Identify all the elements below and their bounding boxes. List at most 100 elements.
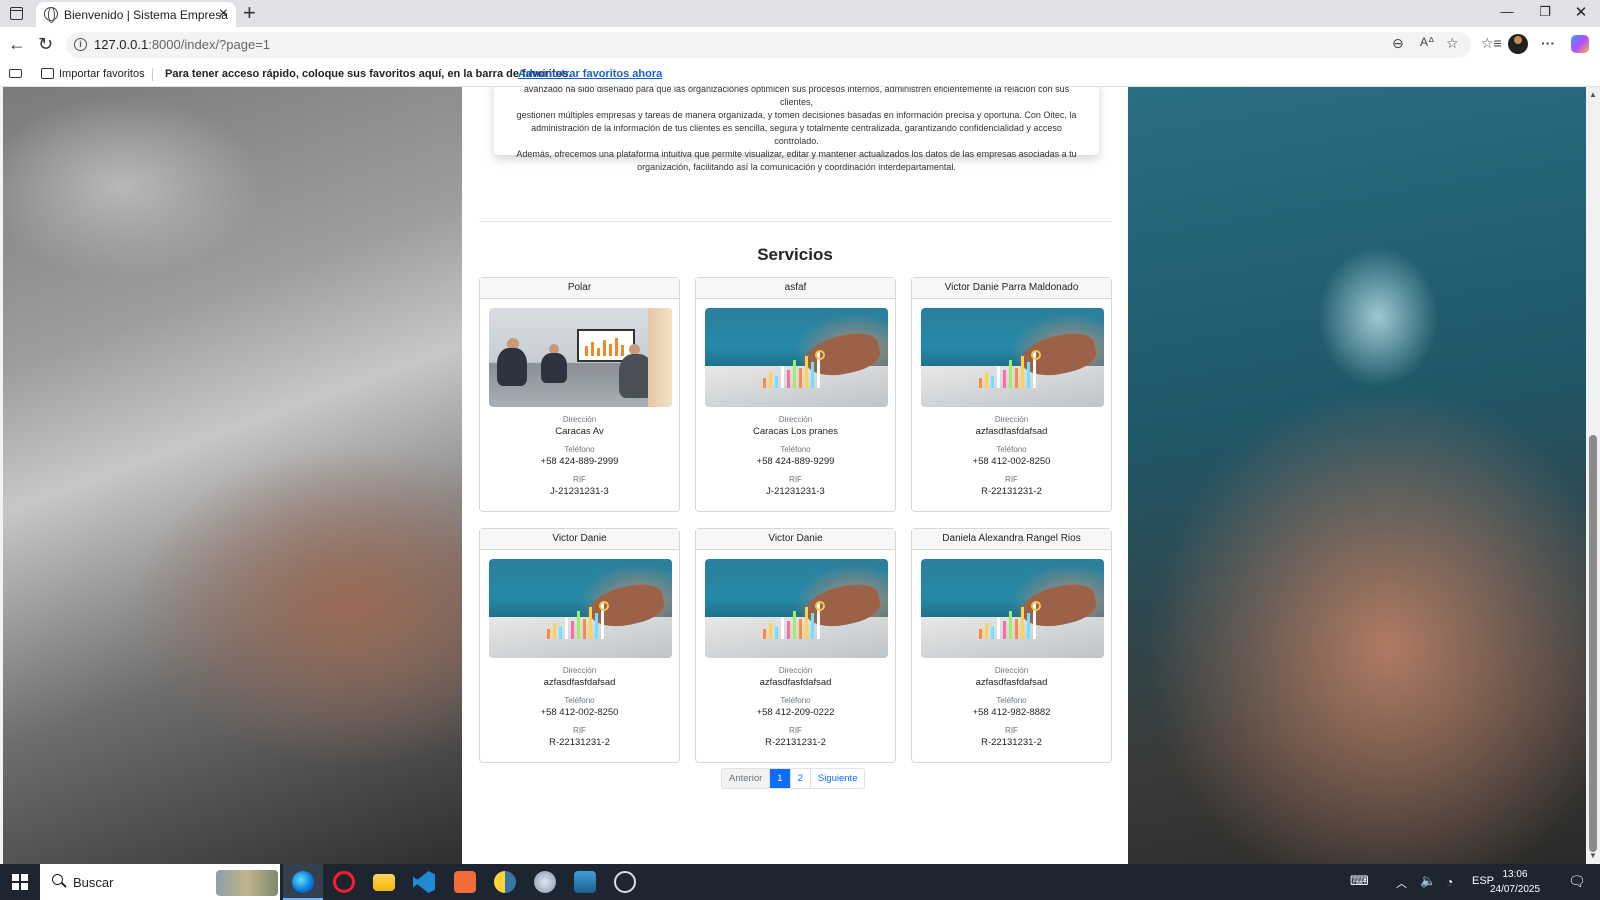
copilot-icon[interactable] (1571, 35, 1589, 53)
taskbar-search-box[interactable]: Buscar (40, 864, 280, 900)
phone-value: +58 412-209-0222 (756, 707, 835, 718)
about-text: avanzado ha sido diseñado para que las o… (510, 87, 1083, 174)
rif-label: RIF (789, 726, 802, 735)
rif-label: RIF (573, 475, 586, 484)
address-label: Dirección (778, 415, 813, 424)
phone-value: +58 412-002-8250 (972, 456, 1051, 467)
phone-label: Teléfono (780, 445, 811, 454)
site-info-icon[interactable]: i (74, 38, 87, 51)
opera-icon[interactable] (333, 871, 355, 893)
service-card: Victor Danie Dirección azfasdfasfdafsad … (479, 528, 680, 763)
phone-label: Teléfono (564, 696, 595, 705)
keyboard-icon[interactable]: ⌨ (1350, 873, 1369, 889)
service-card: Victor Danie Dirección azfasdfasfdafsad … (695, 528, 896, 763)
system-clock[interactable]: 13:06 24/07/2025 (1485, 867, 1545, 897)
show-hidden-icons[interactable]: ︿ (1396, 875, 1407, 891)
main-content: avanzado ha sido diseñado para que las o… (462, 87, 1128, 864)
page-viewport: avanzado ha sido diseñado para que las o… (3, 87, 1586, 864)
service-card-title: Victor Danie Parra Maldonado (912, 278, 1111, 299)
reload-button[interactable]: ↻ (38, 34, 53, 54)
clock-date: 24/07/2025 (1489, 884, 1541, 895)
pagination-page-2[interactable]: 2 (791, 769, 811, 788)
pagination-next[interactable]: Siguiente (811, 769, 865, 788)
xampp-icon[interactable] (454, 871, 476, 893)
manage-favorites-link[interactable]: Administrar favoritos ahora (518, 68, 662, 80)
favorites-bar: Importar favoritos Para tener acceso ráp… (0, 62, 1600, 87)
phone-value: +58 424-889-2999 (540, 456, 619, 467)
tab-close-icon[interactable]: × (219, 5, 228, 23)
search-highlight-image (216, 870, 278, 896)
notifications-icon[interactable]: 🗨 (1568, 873, 1586, 890)
address-value: azfasdfasfdafsad (759, 677, 832, 688)
tab-actions-icon[interactable] (10, 7, 23, 20)
service-card: Victor Danie Parra Maldonado Dirección a… (911, 277, 1112, 512)
background-photo-left (3, 87, 463, 864)
address-label: Dirección (778, 666, 813, 675)
scroll-up-icon[interactable]: ▲ (1589, 90, 1597, 99)
windows-taskbar: Buscar ⌨ ︿ 🔈 ◔ ESP 13:06 24/07/2025 🗨 (0, 864, 1600, 900)
import-favorites-label: Importar favoritos (59, 68, 145, 80)
about-line: organización, facilitando así la comunic… (637, 162, 956, 172)
address-value: azfasdfasfdafsad (975, 677, 1048, 688)
background-photo-right (1128, 87, 1586, 864)
rif-label: RIF (573, 726, 586, 735)
zoom-icon[interactable]: ⊖ (1392, 35, 1404, 52)
more-options-icon[interactable]: ··· (1541, 35, 1555, 51)
url-field[interactable]: i 127.0.0.1:8000/index/?page=1 (66, 32, 1471, 58)
volume-icon[interactable]: 🔈 (1420, 873, 1436, 889)
network-icon[interactable]: ◔ (1446, 875, 1453, 889)
address-value: Caracas Av (555, 426, 604, 437)
about-line: administración de la información de tus … (531, 123, 1062, 146)
profile-avatar[interactable] (1508, 34, 1528, 54)
rif-label: RIF (1005, 726, 1018, 735)
mysql-workbench-icon[interactable] (534, 871, 556, 893)
service-card-title: Victor Danie (696, 529, 895, 550)
back-button[interactable]: ← (8, 34, 26, 54)
url-host: 127.0.0.1 (94, 37, 149, 52)
import-favorites-button[interactable]: Importar favoritos (41, 68, 145, 80)
scroll-down-icon[interactable]: ▼ (1589, 851, 1597, 860)
address-bar: ← ↻ i 127.0.0.1:8000/index/?page=1 ⊖ Aᐞ … (0, 27, 1600, 62)
window-close-button[interactable]: ✕ (1571, 3, 1591, 21)
phone-label: Teléfono (780, 696, 811, 705)
restore-button[interactable]: ❐ (1535, 4, 1555, 20)
file-explorer-icon[interactable] (373, 874, 395, 891)
service-image-chart (921, 559, 1104, 658)
minimize-button[interactable]: — (1497, 4, 1517, 19)
favorites-list-icon[interactable]: ☆≡ (1481, 35, 1502, 52)
rif-label: RIF (789, 475, 802, 484)
address-value: azfasdfasfdafsad (543, 677, 616, 688)
favorite-star-icon[interactable]: ☆ (1446, 35, 1459, 52)
phone-value: +58 424-889-9299 (756, 456, 835, 467)
installer-icon[interactable] (574, 871, 596, 893)
scrollbar-thumb[interactable] (1589, 435, 1597, 852)
service-card: Daniela Alexandra Rangel Rios Dirección … (911, 528, 1112, 763)
services-title: Servicios (757, 245, 833, 264)
rif-value: J-21231231-3 (550, 486, 609, 497)
windows-start-icon[interactable] (12, 874, 28, 890)
python-icon[interactable] (494, 871, 516, 893)
address-label: Dirección (994, 666, 1029, 675)
about-line: avanzado ha sido diseñado para que las o… (523, 87, 1070, 107)
service-image-chart (705, 308, 888, 407)
speedometer-icon[interactable] (614, 871, 636, 893)
service-card-title: Polar (480, 278, 679, 299)
favorites-separator (152, 68, 153, 81)
globe-icon (44, 7, 58, 23)
rif-value: J-21231231-3 (766, 486, 825, 497)
phone-value: +58 412-002-8250 (540, 707, 619, 718)
page-scrollbar[interactable]: ▲ ▼ (1586, 87, 1600, 864)
rif-value: R-22131231-2 (765, 737, 826, 748)
pagination: Anterior 1 2 Siguiente (721, 768, 866, 789)
tab-active[interactable]: Bienvenido | Sistema Empresa × (36, 2, 236, 27)
edge-icon[interactable] (292, 871, 314, 893)
collections-icon[interactable] (9, 69, 22, 78)
import-icon (41, 68, 54, 79)
service-image-chart (489, 559, 672, 658)
vscode-icon[interactable] (413, 871, 435, 893)
url-path: :8000/index/?page=1 (148, 37, 271, 52)
read-aloud-icon[interactable]: Aᐞ (1420, 35, 1435, 49)
service-card-title: Daniela Alexandra Rangel Rios (912, 529, 1111, 550)
pagination-page-1[interactable]: 1 (770, 769, 791, 788)
new-tab-button[interactable]: + (243, 1, 256, 25)
